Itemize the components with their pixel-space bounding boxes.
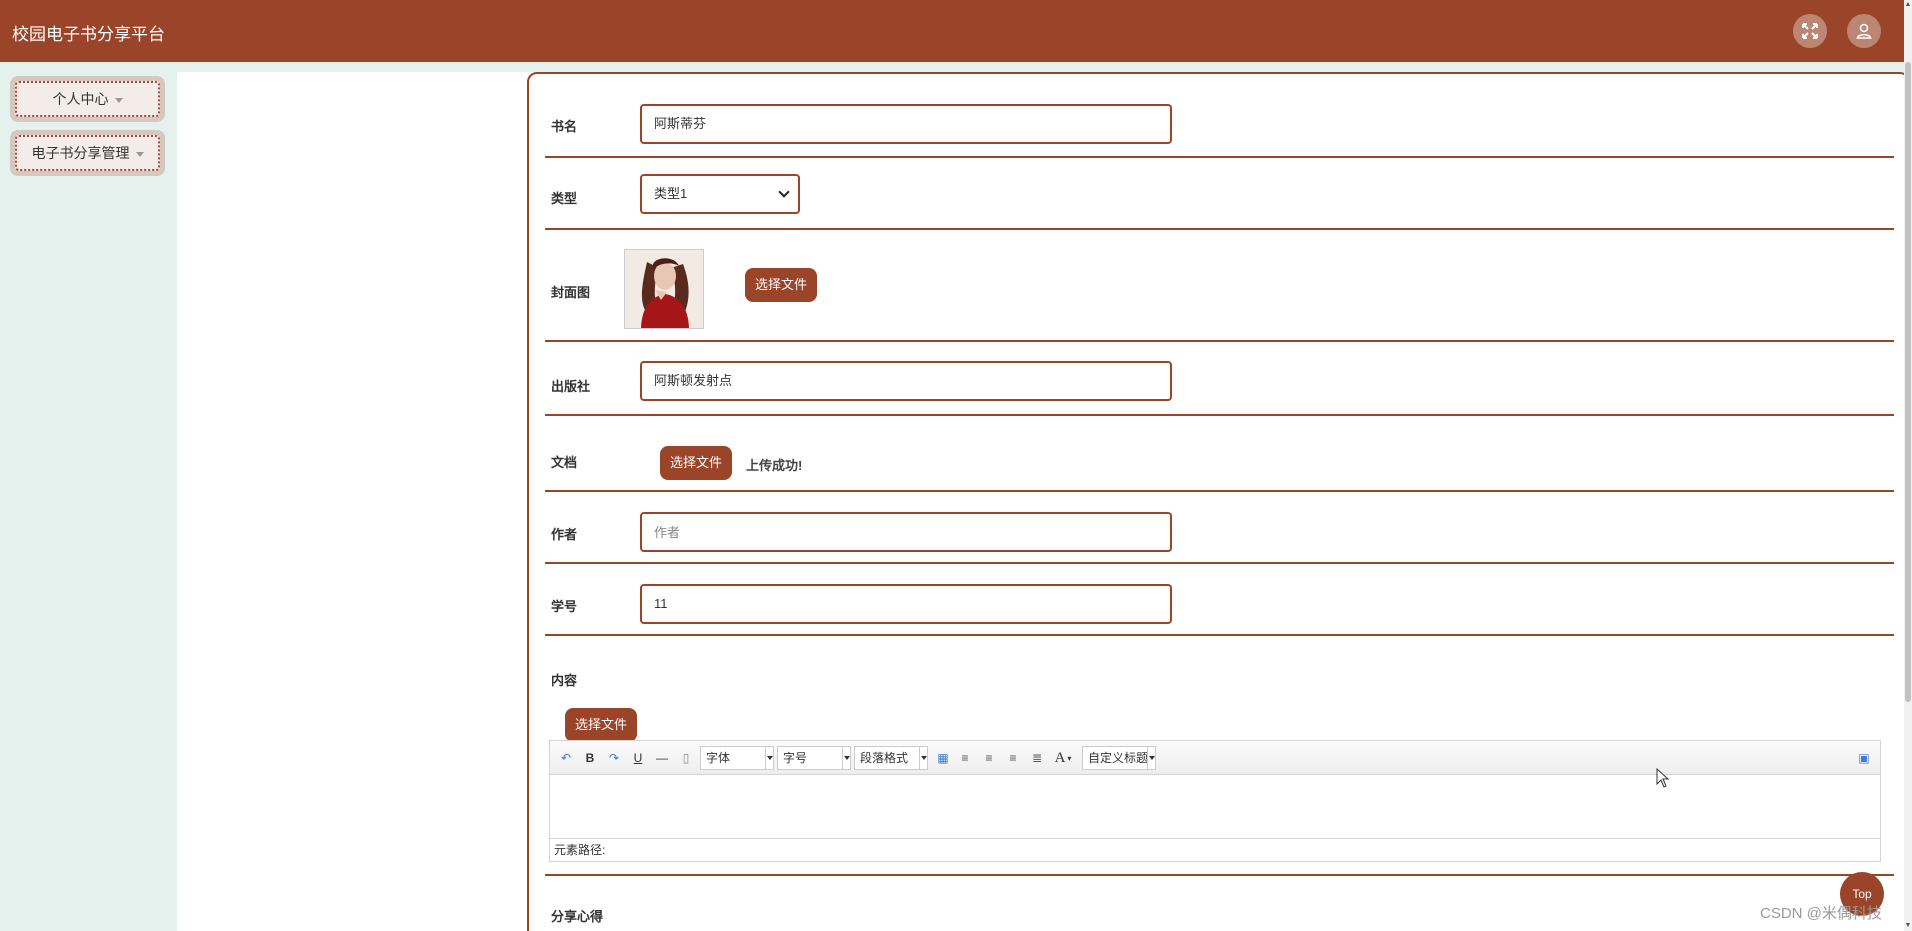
element-path: 元素路径: — [554, 843, 606, 857]
font-family-value: 字体 — [706, 751, 731, 765]
type-select[interactable]: 类型1 — [640, 174, 800, 214]
chevron-down-icon — [778, 186, 790, 198]
author-input[interactable] — [640, 512, 1172, 552]
form-row-publisher: 出版社 阿斯顿发射点 — [545, 342, 1894, 416]
upload-success-message: 上传成功! — [746, 458, 803, 473]
watermark: CSDN @米偶科技 — [1760, 905, 1882, 922]
chevron-down-icon — [842, 747, 850, 769]
scroll-down-arrow-icon[interactable]: ▼ — [1904, 921, 1912, 931]
page-scrollbar[interactable]: ▲ ▼ — [1904, 0, 1912, 931]
mouse-cursor-icon — [1656, 768, 1670, 788]
user-icon[interactable] — [1847, 14, 1881, 48]
font-color-icon[interactable]: A ▾ — [1052, 748, 1074, 768]
sidebar-item-label: 电子书分享管理 — [31, 145, 130, 161]
editor-toolbar: ↶ B ↷ U — ▯ 字体 字号 段落格式 ▦ ≡ ≡ ≡ ≣ A ▾ 自定义标… — [550, 741, 1880, 775]
document-label: 文档 — [551, 455, 578, 470]
sidebar-item-label: 个人中心 — [52, 91, 109, 107]
top-navbar: 校园电子书分享平台 — [0, 0, 1904, 62]
font-color-label: A — [1054, 749, 1066, 766]
horizontal-rule-icon[interactable]: — — [652, 748, 672, 768]
cover-label: 封面图 — [551, 285, 591, 300]
type-select-value: 类型1 — [654, 186, 688, 201]
type-label: 类型 — [551, 191, 578, 206]
rich-text-editor[interactable]: ↶ B ↷ U — ▯ 字体 字号 段落格式 ▦ ≡ ≡ ≡ ≣ A ▾ 自定义标… — [549, 740, 1881, 862]
share-notes-label: 分享心得 — [551, 909, 604, 924]
app-title: 校园电子书分享平台 — [12, 25, 165, 44]
align-center-icon[interactable]: ≡ — [1004, 748, 1022, 768]
chevron-down-icon — [765, 747, 773, 769]
redo-icon[interactable]: ↷ — [604, 748, 624, 768]
publisher-input[interactable]: 阿斯顿发射点 — [640, 361, 1172, 401]
sidebar-item-ebook-share-management[interactable]: 电子书分享管理 — [10, 130, 165, 176]
font-family-dropdown[interactable]: 字体 — [700, 746, 774, 770]
font-size-value: 字号 — [783, 751, 808, 765]
document-choose-file-button[interactable]: 选择文件 — [660, 446, 733, 480]
book-name-input[interactable]: 阿斯蒂芬 — [640, 104, 1172, 144]
sidebar-item-personal-center[interactable]: 个人中心 — [10, 76, 165, 122]
publisher-label: 出版社 — [551, 379, 591, 394]
align-left-icon[interactable]: ≡ — [956, 748, 974, 768]
student-id-label: 学号 — [551, 599, 578, 614]
sidebar: 个人中心 电子书分享管理 — [0, 62, 177, 931]
cover-choose-file-button[interactable]: 选择文件 — [745, 268, 818, 302]
form-row-student-id: 学号 11 — [545, 564, 1894, 636]
paragraph-format-dropdown[interactable]: 段落格式 — [854, 746, 928, 770]
custom-title-value: 自定义标题 — [1088, 751, 1149, 765]
preview-icon[interactable]: ▣ — [1854, 748, 1874, 768]
form-row-type: 类型 类型1 — [545, 158, 1894, 230]
chevron-down-icon — [919, 747, 927, 769]
book-name-label: 书名 — [551, 119, 578, 134]
content-label: 内容 — [551, 673, 578, 688]
align-right-icon[interactable]: ≡ — [980, 748, 998, 768]
chevron-down-icon — [1147, 747, 1155, 769]
custom-title-dropdown[interactable]: 自定义标题 — [1082, 746, 1156, 770]
paragraph-format-value: 段落格式 — [860, 751, 909, 765]
font-size-dropdown[interactable]: 字号 — [777, 746, 851, 770]
table-icon[interactable]: ▦ — [934, 748, 952, 768]
fullscreen-icon[interactable] — [1793, 14, 1827, 48]
form-row-cover: 封面图 选择文件 — [545, 230, 1894, 342]
form-row-book-name: 书名 阿斯蒂芬 — [545, 74, 1894, 158]
form-row-author: 作者 — [545, 492, 1894, 564]
page-icon[interactable]: ▯ — [676, 748, 696, 768]
scrollbar-thumb[interactable] — [1905, 62, 1911, 702]
main-content: 书名 阿斯蒂芬 类型 类型1 封面图 选择文件 出版社 阿斯顿发射点 文档 选择… — [177, 72, 1910, 931]
chevron-down-icon — [135, 151, 144, 157]
student-id-input[interactable]: 11 — [640, 584, 1172, 624]
align-justify-icon[interactable]: ≣ — [1028, 748, 1046, 768]
underline-icon[interactable]: U — [628, 748, 648, 768]
cover-image — [624, 249, 704, 329]
chevron-down-icon — [114, 97, 123, 103]
scroll-up-arrow-icon[interactable]: ▲ — [1904, 0, 1912, 10]
form-row-document: 文档 选择文件 上传成功! — [545, 416, 1894, 492]
ebook-form: 书名 阿斯蒂芬 类型 类型1 封面图 选择文件 出版社 阿斯顿发射点 文档 选择… — [527, 72, 1910, 931]
bold-icon[interactable]: B — [580, 748, 600, 768]
author-label: 作者 — [551, 527, 578, 542]
editor-body[interactable] — [550, 775, 1880, 839]
undo-icon[interactable]: ↶ — [556, 748, 576, 768]
content-choose-file-button[interactable]: 选择文件 — [565, 708, 638, 742]
